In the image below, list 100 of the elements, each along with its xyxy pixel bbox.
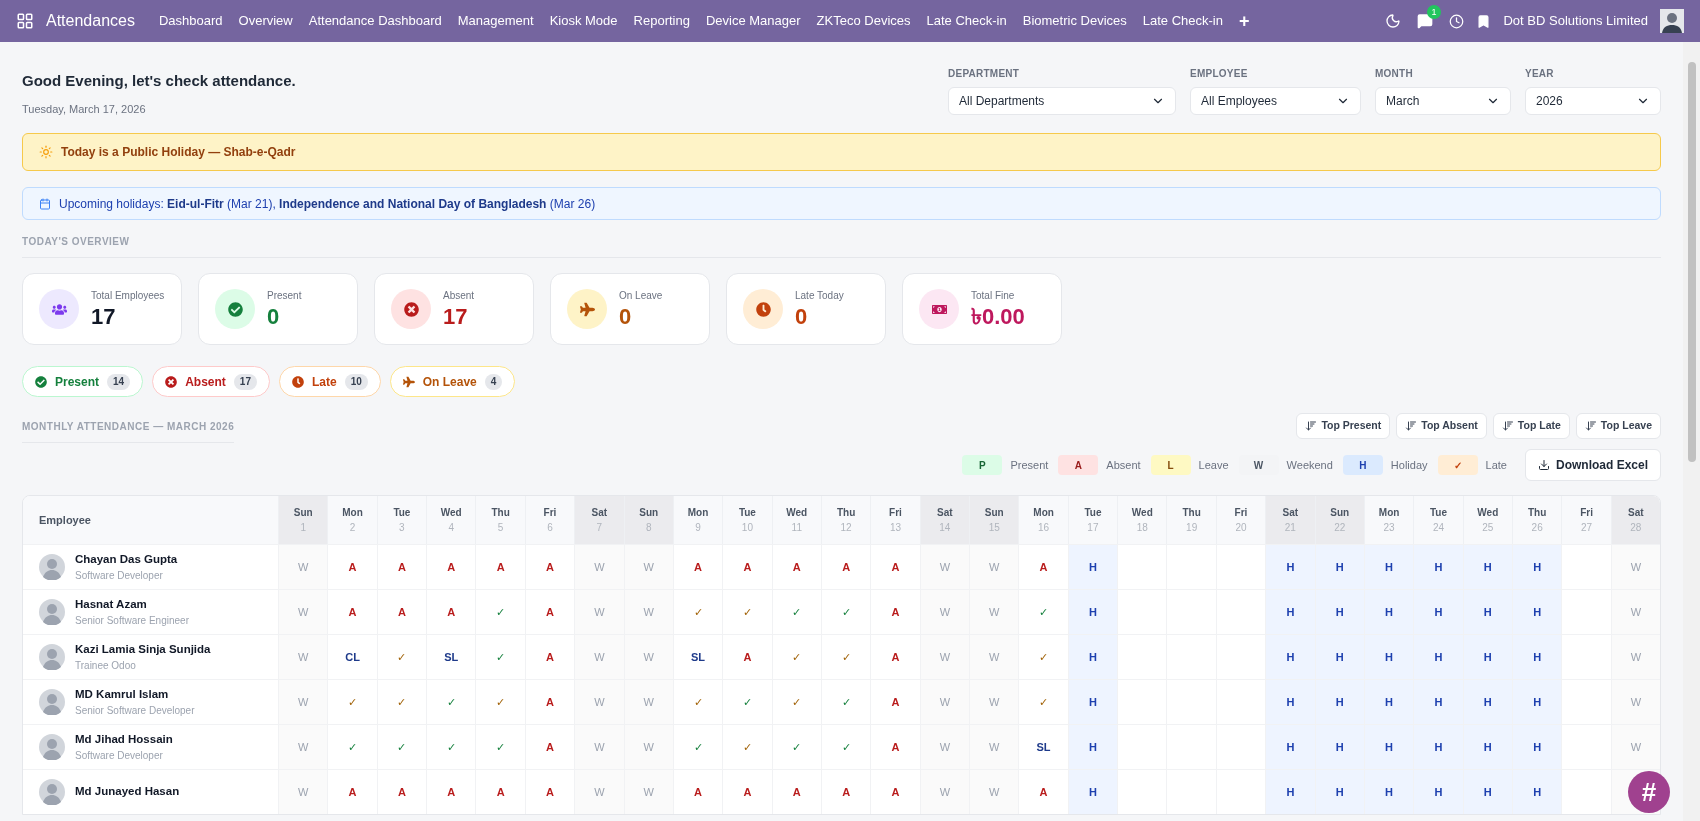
day-cell: H <box>1512 590 1562 634</box>
day-cell: H <box>1462 545 1512 589</box>
employee-name: Kazi Lamia Sinja Sunjida <box>75 641 211 657</box>
filter-select[interactable]: All Departments <box>948 87 1176 115</box>
nav-menu-item[interactable]: Late Check-in <box>918 11 1015 31</box>
status-filter-chip[interactable]: Late 10 <box>278 366 381 397</box>
legend-label: Absent <box>1106 457 1141 473</box>
day-cell: H <box>1462 590 1512 634</box>
stat-label: Total Employees <box>91 288 165 303</box>
clock-icon[interactable] <box>1449 13 1465 29</box>
status-filter-chip[interactable]: Present 14 <box>22 366 144 397</box>
sort-button[interactable]: Top Present <box>1296 413 1391 439</box>
add-menu-button[interactable]: + <box>1230 7 1258 35</box>
day-cell: W <box>574 545 624 589</box>
day-cell: H <box>1265 680 1315 724</box>
user-avatar[interactable] <box>1660 9 1684 33</box>
day-cell: W <box>574 725 624 769</box>
day-header: Sun 22 <box>1314 496 1364 544</box>
nav-menu-item[interactable]: Reporting <box>625 11 698 31</box>
stat-label: Present <box>267 288 302 303</box>
stat-value: 0 <box>267 302 281 331</box>
day-cell: W <box>1610 590 1660 634</box>
app-title[interactable]: Attendances <box>46 9 135 33</box>
dark-mode-icon[interactable] <box>1385 13 1402 29</box>
day-cell: H <box>1314 725 1364 769</box>
filter-select[interactable]: 2026 <box>1525 87 1661 115</box>
stat-value: ৳0.00 <box>971 302 1025 331</box>
day-cell: W <box>919 635 970 679</box>
nav-menu-item[interactable]: Biometric Devices <box>1014 11 1135 31</box>
avatar-icon <box>39 644 65 670</box>
day-cell: H <box>1265 635 1315 679</box>
day-cell: W <box>969 545 1019 589</box>
holiday-message: Today is a Public Holiday — Shab-e-Qadr <box>61 144 296 161</box>
day-cell: W <box>969 590 1019 634</box>
stat-label: Absent <box>443 288 475 303</box>
upcoming-holidays-text: Upcoming holidays: Eid-ul-Fitr (Mar 21), Independence and National Day of Bangladesh (Mar 26) <box>59 195 596 213</box>
nav-menu-item[interactable]: Overview <box>230 11 301 31</box>
day-cell: H <box>1314 770 1364 814</box>
scrollbar[interactable] <box>1683 42 1700 821</box>
day-cell: W <box>623 770 673 814</box>
nav-menu-item[interactable]: Management <box>449 11 542 31</box>
section-heading: TODAY'S OVERVIEW <box>22 235 131 249</box>
legend-swatch: A <box>1058 455 1099 475</box>
day-cell: H <box>1413 545 1463 589</box>
apps-menu-icon[interactable] <box>16 12 34 30</box>
sun-icon <box>39 145 53 159</box>
avatar-icon <box>39 599 65 625</box>
legend-label: Holiday <box>1390 457 1428 473</box>
nav-menu-item[interactable]: Attendance Dashboard <box>300 11 450 31</box>
day-cell: H <box>1363 590 1414 634</box>
airplane-icon <box>402 375 415 388</box>
employee-name: Md Junayed Hasan <box>75 784 180 800</box>
day-cell: H <box>1363 770 1414 814</box>
day-cell: W <box>278 770 328 814</box>
sort-button[interactable]: Top Late <box>1492 413 1570 439</box>
day-cell: W <box>623 590 673 634</box>
sort-icon <box>1405 420 1418 432</box>
day-cell: H <box>1265 590 1315 634</box>
stat-label: On Leave <box>619 288 663 303</box>
day-header: Sat 28 <box>1610 496 1660 544</box>
calendar-icon <box>39 197 51 210</box>
day-cell: W <box>919 680 970 724</box>
day-cell: H <box>1067 725 1118 769</box>
day-cell: W <box>1610 680 1660 724</box>
nav-menu-item[interactable]: Device Manager <box>697 11 809 31</box>
sort-button[interactable]: Top Leave <box>1575 413 1661 439</box>
day-cell: H <box>1314 680 1364 724</box>
filter-label: MONTH <box>1375 67 1414 81</box>
day-cell: H <box>1314 635 1364 679</box>
notification-badge: 1 <box>1427 5 1441 19</box>
day-cell: W <box>969 680 1019 724</box>
avatar-icon <box>39 689 65 715</box>
employee-title: Trainee Odoo <box>75 659 137 674</box>
day-cell: W <box>969 770 1019 814</box>
legend-swatch: P <box>962 455 1003 475</box>
avatar-icon <box>39 734 65 760</box>
stat-value: 0 <box>795 302 809 331</box>
filter-select[interactable]: All Employees <box>1190 87 1361 115</box>
nav-menu-item[interactable]: Dashboard <box>150 11 231 31</box>
day-cell: H <box>1363 545 1414 589</box>
day-cell: H <box>1363 635 1414 679</box>
legend-label: Present <box>1010 457 1049 473</box>
nav-menu-item[interactable]: Late Check-in <box>1134 11 1231 31</box>
sort-button[interactable]: Top Absent <box>1396 413 1487 439</box>
bookmark-icon[interactable] <box>1476 13 1492 29</box>
day-cell: H <box>1413 770 1463 814</box>
day-cell: W <box>278 590 328 634</box>
avatar-icon <box>39 779 65 805</box>
employee-title: Senior Software Engineer <box>75 614 189 629</box>
day-cell: W <box>278 635 328 679</box>
company-name[interactable]: Dot BD Solutions Limited <box>1503 11 1648 31</box>
status-filter-chip[interactable]: On Leave 4 <box>389 366 516 397</box>
day-header: Sat 14 <box>919 496 970 544</box>
status-filter-chip[interactable]: Absent 17 <box>152 366 270 397</box>
nav-menu-item[interactable]: Kiosk Mode <box>541 11 626 31</box>
download-excel-button[interactable]: Download Excel <box>1524 449 1661 481</box>
day-cell: H <box>1265 545 1315 589</box>
filter-select[interactable]: March <box>1375 87 1511 115</box>
nav-menu-item[interactable]: ZKTeco Devices <box>808 11 919 31</box>
legend-swatch: L <box>1150 455 1191 475</box>
